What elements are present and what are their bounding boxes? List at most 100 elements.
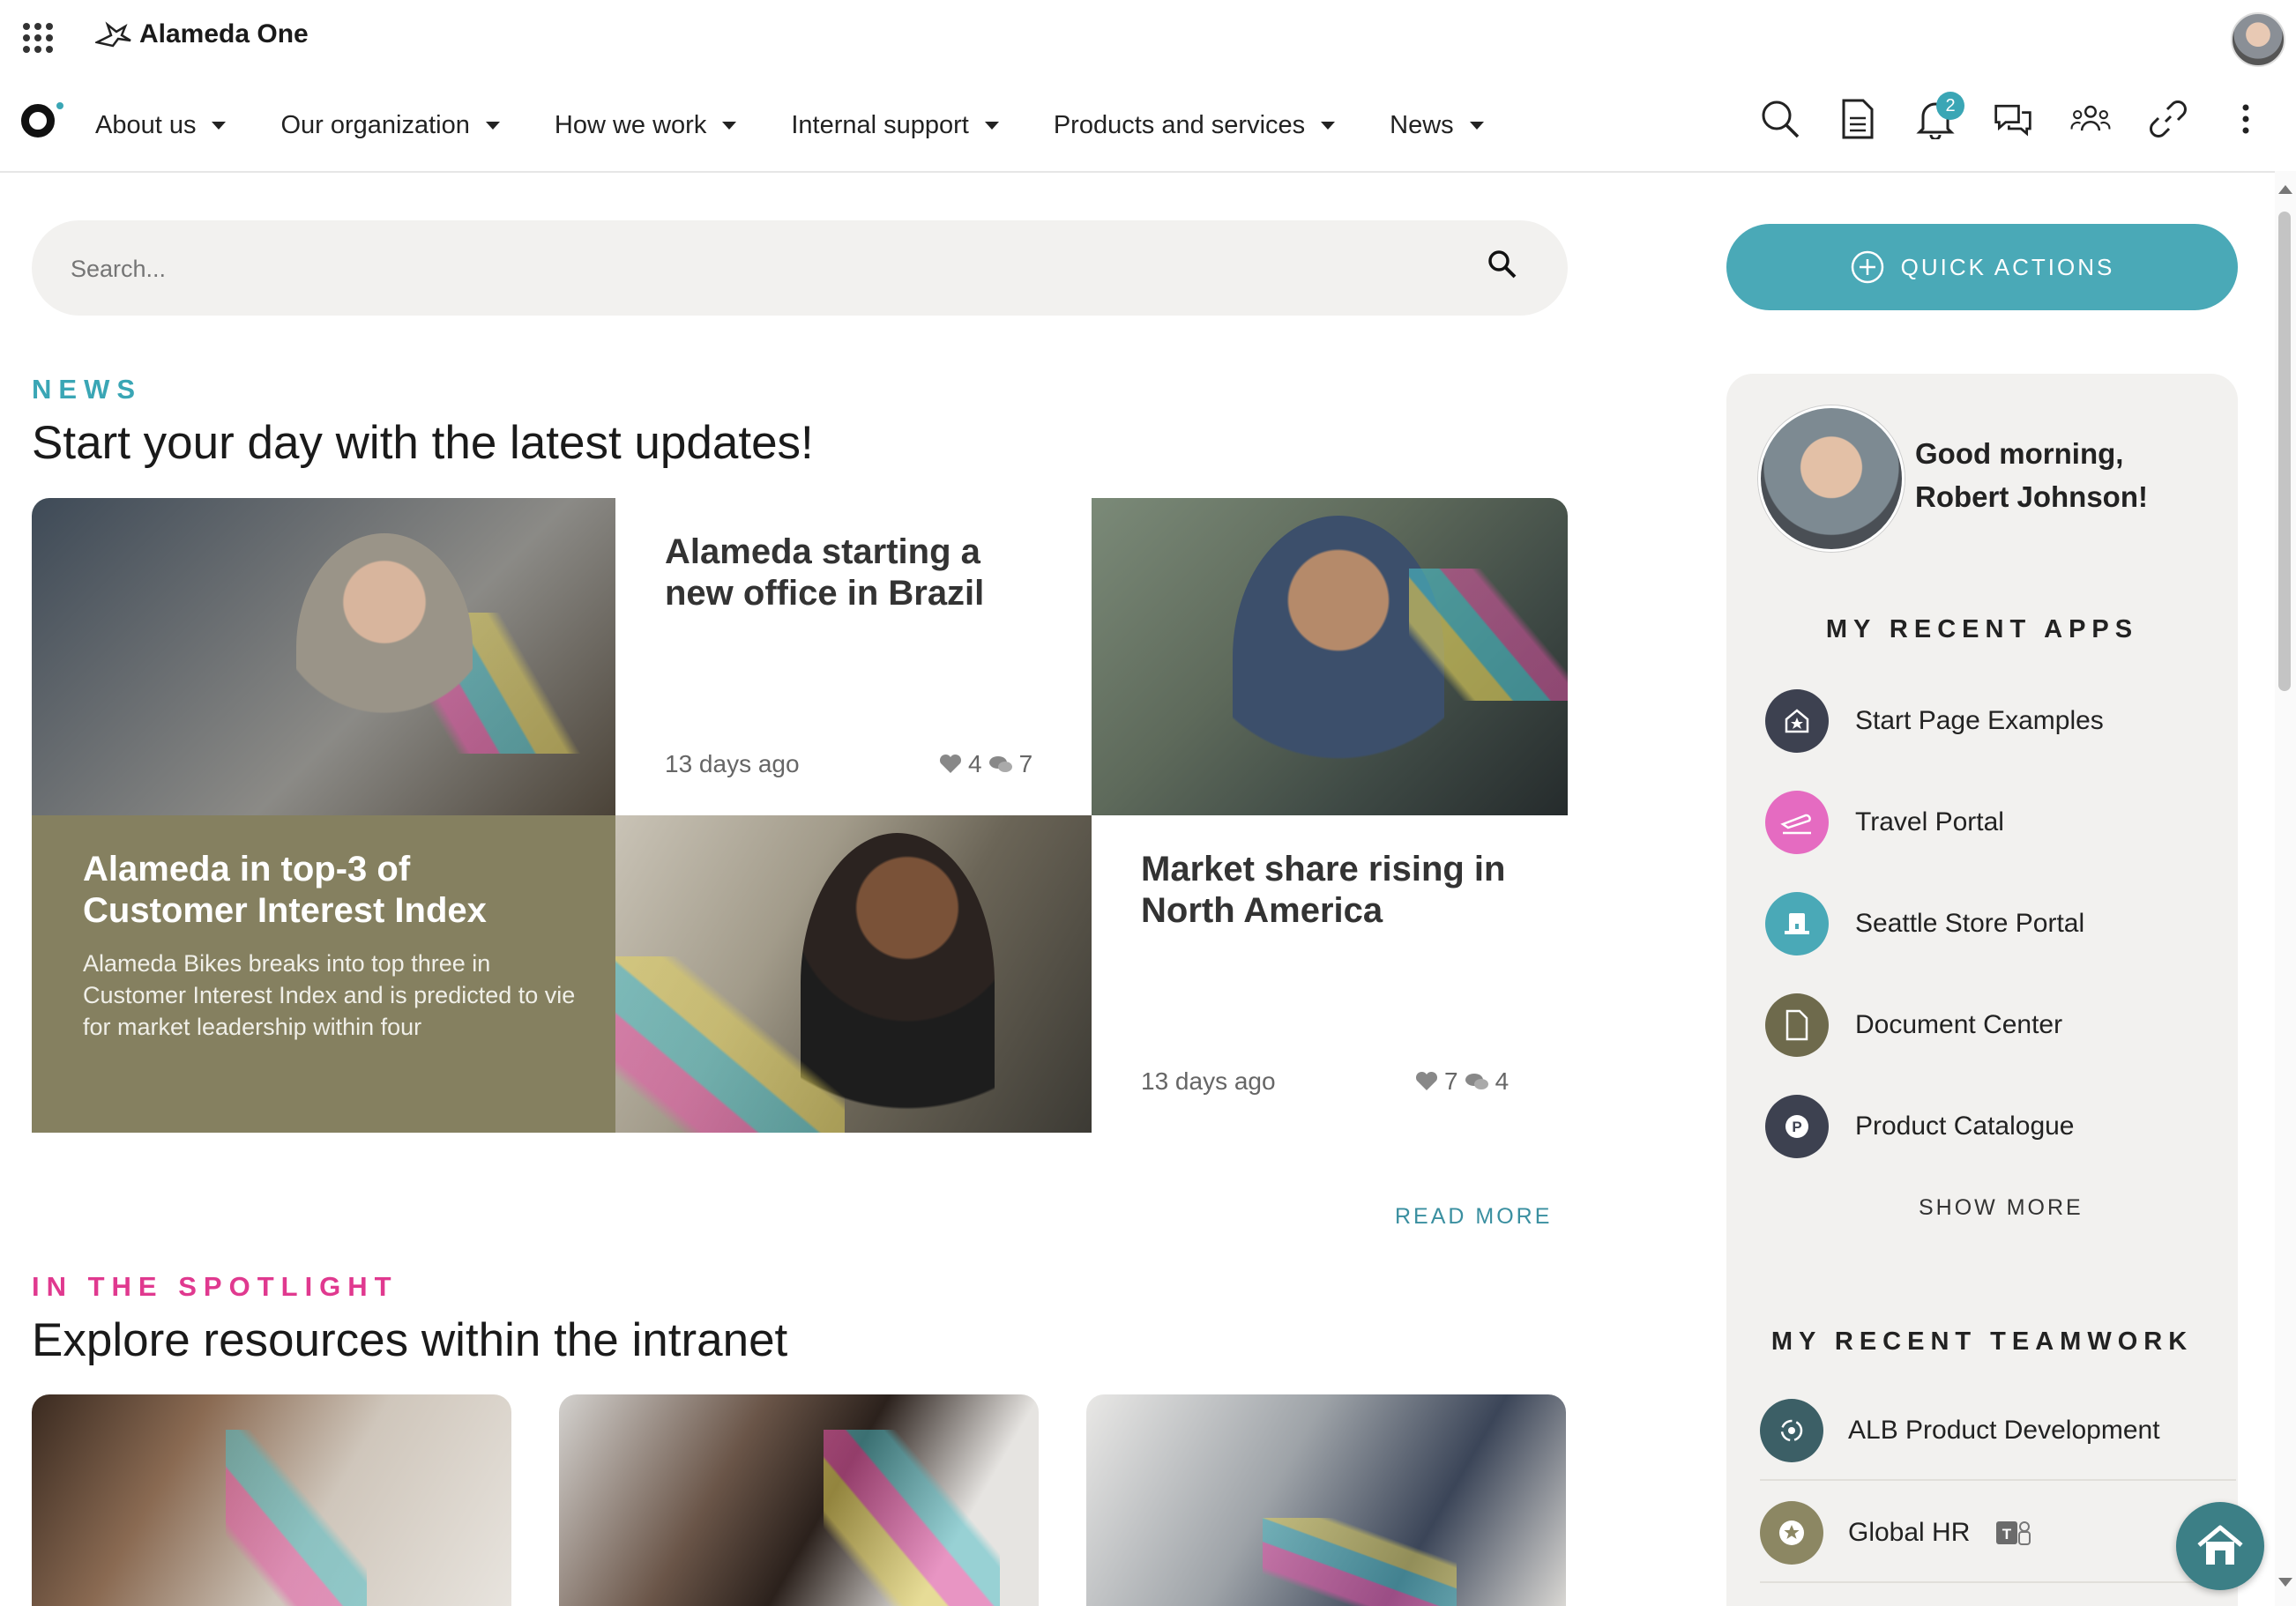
scroll-down-arrow-icon[interactable] [2275, 1576, 2296, 1590]
spotlight-heading: Explore resources within the intranet [32, 1314, 788, 1366]
home-logo-icon[interactable] [21, 104, 55, 138]
article-title: Alameda starting a new office in Brazil [665, 532, 985, 613]
read-more-link[interactable]: READ MORE [1395, 1204, 1552, 1230]
news-image-headphones[interactable] [1092, 498, 1568, 815]
team-cycle-icon [1760, 1399, 1823, 1462]
spotlight-card-3[interactable] [1086, 1394, 1566, 1606]
news-image-businessman[interactable] [32, 498, 615, 815]
confetti-decoration [615, 956, 845, 1133]
app-item-travel-portal[interactable]: Travel Portal [1765, 791, 2004, 854]
confetti-decoration [1263, 1518, 1457, 1606]
search-icon[interactable] [1760, 99, 1800, 139]
caret-down-icon [1469, 121, 1484, 130]
caret-down-icon [485, 121, 500, 130]
home-icon [2197, 1525, 2243, 1565]
article-summary: Alameda Bikes breaks into top three in C… [83, 950, 576, 1040]
plus-circle-icon [1851, 250, 1883, 284]
greeting-line-2: Robert Johnson! [1915, 480, 2148, 513]
brand-logo[interactable]: Alameda One [95, 19, 309, 49]
notification-bell-icon[interactable]: 2 [1915, 92, 1964, 139]
svg-text:T: T [2002, 1526, 2012, 1543]
spotlight-card-2[interactable] [559, 1394, 1039, 1606]
brand-star-icon [95, 21, 131, 48]
scroll-up-arrow-icon[interactable] [2275, 182, 2296, 196]
comments-count: 7 [1018, 750, 1033, 777]
article-date: 13 days ago [1141, 1067, 1276, 1095]
article-title: Market share rising in North America [1141, 850, 1506, 930]
article-stats: 4 7 [938, 750, 1032, 778]
news-image-woman[interactable] [615, 815, 1092, 1133]
caret-down-icon [212, 121, 227, 130]
search-input[interactable] [69, 243, 1448, 294]
recent-teamwork-title: MY RECENT TEAMWORK [1770, 1327, 2194, 1356]
nav-label: How we work [554, 110, 707, 139]
quick-actions-button[interactable]: QUICK ACTIONS [1726, 224, 2238, 310]
comments-icon [988, 756, 1012, 772]
greeting-line-1: Good morning, [1915, 437, 2124, 470]
people-icon[interactable] [2070, 99, 2111, 139]
team-star-icon [1760, 1501, 1823, 1565]
app-label: Travel Portal [1855, 807, 2004, 836]
nav-item-our-organization[interactable]: Our organization [280, 110, 500, 140]
brand-name: Alameda One [139, 19, 309, 48]
heart-icon [939, 754, 962, 773]
app-launcher-icon[interactable] [23, 23, 53, 53]
app-item-start-page-examples[interactable]: Start Page Examples [1765, 689, 2104, 753]
document-icon[interactable] [1838, 99, 1878, 139]
nav-item-products-and-services[interactable]: Products and services [1054, 111, 1336, 140]
teams-icon: T [1996, 1521, 2031, 1545]
spotlight-kicker: IN THE SPOTLIGHT [32, 1271, 399, 1302]
home-button[interactable] [2176, 1502, 2264, 1590]
caret-down-icon [1321, 121, 1336, 130]
svg-text:P: P [1792, 1119, 1801, 1135]
person-silhouette [296, 533, 473, 762]
recent-apps-title: MY RECENT APPS [1825, 615, 2139, 643]
nav-label: Our organization [280, 110, 470, 139]
team-label: ALB Product Development [1848, 1416, 2160, 1445]
team-item-global-hr[interactable]: Global HR T [1760, 1484, 2236, 1583]
app-label: Start Page Examples [1855, 706, 2104, 735]
chat-icon[interactable] [1993, 99, 2033, 139]
confetti-decoration [1409, 569, 1568, 701]
news-heading: Start your day with the latest updates! [32, 417, 814, 469]
more-options-icon[interactable] [2225, 99, 2266, 139]
heart-icon [1415, 1071, 1438, 1090]
quick-actions-label: QUICK ACTIONS [1900, 253, 2115, 280]
news-card-top3[interactable]: Alameda in top-3 of Customer Interest In… [32, 815, 615, 1133]
team-label: Global HR [1848, 1518, 1971, 1547]
team-item-alb-product-development[interactable]: ALB Product Development [1760, 1382, 2236, 1481]
show-more-link[interactable]: SHOW MORE [1919, 1195, 2084, 1221]
profile-avatar[interactable] [1758, 405, 1905, 552]
logo-dot [56, 102, 63, 109]
nav-item-news[interactable]: News [1390, 111, 1484, 140]
home-star-icon [1765, 689, 1829, 753]
article-date: 13 days ago [665, 750, 800, 777]
comments-icon [1465, 1074, 1488, 1089]
nav-item-about-us[interactable]: About us [95, 111, 227, 140]
spotlight-card-1[interactable] [32, 1394, 511, 1606]
comments-count: 4 [1495, 1067, 1510, 1095]
app-item-seattle-store-portal[interactable]: Seattle Store Portal [1765, 892, 2084, 955]
scrollbar-thumb[interactable] [2278, 212, 2291, 691]
search-bar [32, 220, 1568, 316]
app-item-document-center[interactable]: Document Center [1765, 993, 2062, 1057]
search-icon[interactable] [1487, 249, 1518, 280]
user-avatar[interactable] [2231, 12, 2285, 67]
likes-count: 4 [968, 750, 982, 777]
header-icons: 2 [1760, 92, 2266, 139]
product-p-icon: P [1765, 1095, 1829, 1158]
confetti-decoration [824, 1430, 1000, 1606]
app-label: Document Center [1855, 1010, 2063, 1039]
app-item-product-catalogue[interactable]: P Product Catalogue [1765, 1095, 2075, 1158]
news-card-brazil[interactable]: Alameda starting a new office in Brazil … [615, 498, 1092, 815]
app-label: Seattle Store Portal [1855, 909, 2085, 938]
news-card-market-share[interactable]: Market share rising in North America 13 … [1092, 815, 1568, 1133]
top-bar [0, 0, 2296, 74]
nav-item-how-we-work[interactable]: How we work [554, 110, 737, 140]
nav-item-internal-support[interactable]: Internal support [791, 111, 999, 140]
news-kicker: NEWS [32, 374, 142, 405]
link-icon[interactable] [2148, 99, 2188, 139]
store-icon [1765, 892, 1829, 955]
article-stats: 7 4 [1414, 1067, 1509, 1096]
caret-down-icon [984, 121, 999, 130]
